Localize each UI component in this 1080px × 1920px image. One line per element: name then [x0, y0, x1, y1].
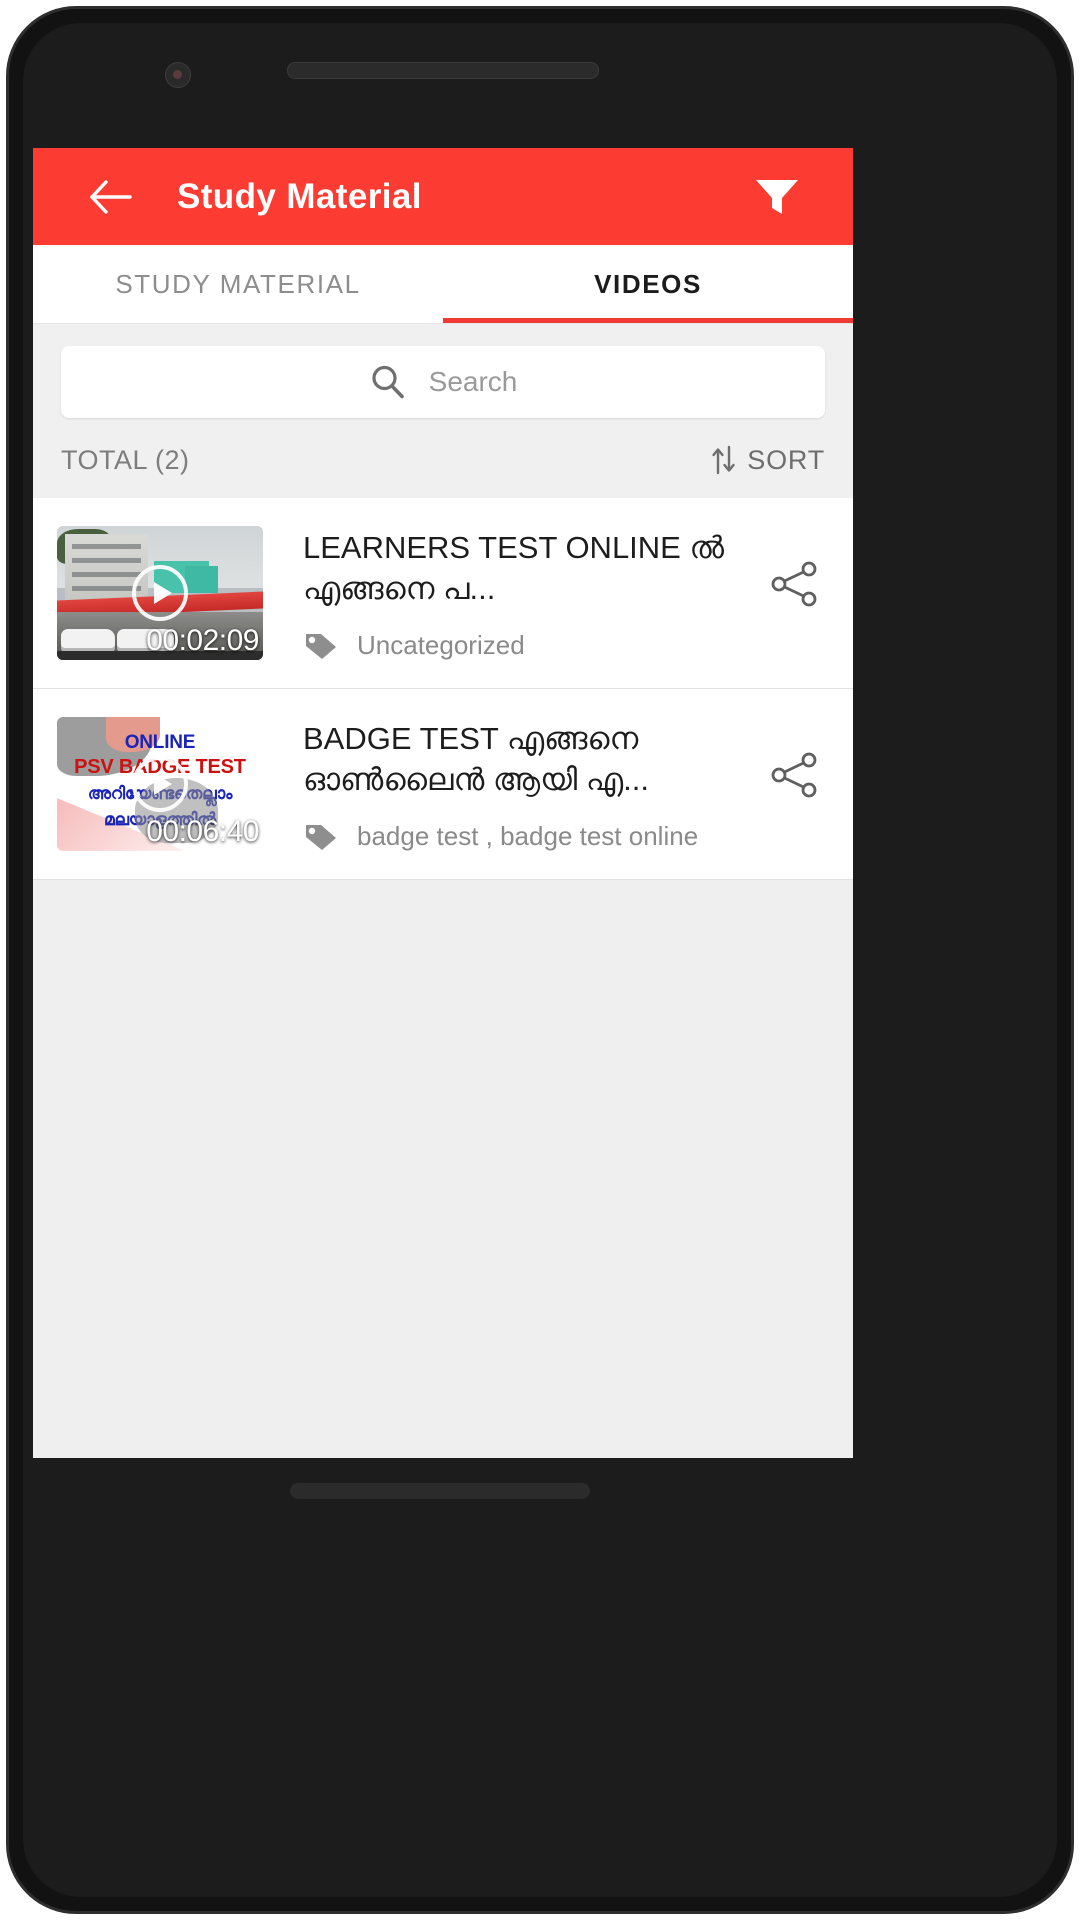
share-icon: [771, 561, 817, 607]
video-tags: badge test , badge test online: [357, 821, 699, 852]
filter-button[interactable]: [747, 167, 807, 227]
search-section: Search: [33, 324, 853, 436]
sort-button[interactable]: SORT: [711, 445, 825, 476]
tag-icon: [303, 821, 339, 853]
video-tags: Uncategorized: [357, 630, 525, 661]
earpiece-speaker: [287, 62, 599, 79]
empty-list-area: [33, 879, 853, 1440]
tab-bar: STUDY MATERIAL VIDEOS: [33, 245, 853, 324]
video-duration: 00:06:40: [146, 814, 259, 848]
tab-videos-label: VIDEOS: [594, 268, 702, 299]
share-icon: [771, 752, 817, 798]
phone-frame: Study Material STUDY MATERIAL VIDEOS Sea…: [0, 0, 1080, 1920]
tag-icon: [303, 630, 339, 662]
video-thumbnail[interactable]: ONLINE PSV BADGE TEST അറിയേണ്ടതെല്ലാം മല…: [57, 716, 263, 851]
filter-icon: [756, 179, 798, 214]
video-duration: 00:02:09: [146, 624, 259, 657]
app-screen: Study Material STUDY MATERIAL VIDEOS Sea…: [33, 148, 853, 1458]
search-icon: [369, 363, 407, 401]
play-triangle: [153, 582, 172, 604]
app-bar: Study Material: [33, 148, 853, 245]
list-item[interactable]: ONLINE PSV BADGE TEST അറിയേണ്ടതെല്ലാം മല…: [33, 688, 853, 880]
play-icon[interactable]: [132, 565, 188, 621]
search-input[interactable]: Search: [61, 346, 825, 418]
home-button-bar[interactable]: [290, 1483, 590, 1499]
share-button[interactable]: [765, 745, 825, 805]
front-camera-icon: [165, 62, 191, 88]
thumbnail-glass-panel-2: [184, 566, 218, 593]
video-thumbnail[interactable]: 00:02:09: [57, 526, 263, 660]
tab-videos[interactable]: VIDEOS: [443, 245, 853, 323]
video-title: BADGE TEST എങ്ങനെ ഓൺലൈൻ ആയി എ...: [303, 720, 649, 797]
play-icon[interactable]: [132, 755, 188, 812]
play-triangle: [153, 772, 172, 795]
page-title: Study Material: [177, 176, 422, 216]
video-title: LEARNERS TEST ONLINE ൽ എങ്ങനെ പ...: [303, 530, 725, 606]
tab-study-material[interactable]: STUDY MATERIAL: [33, 245, 443, 323]
summary-row: TOTAL (2) SORT: [33, 436, 853, 498]
tag-row: badge test , badge test online: [303, 821, 765, 853]
tag-row: Uncategorized: [303, 630, 765, 662]
video-list: 00:02:09 LEARNERS TEST ONLINE ൽ എങ്ങനെ പ…: [33, 498, 853, 1440]
back-button[interactable]: [83, 169, 139, 225]
list-item-body: LEARNERS TEST ONLINE ൽ എങ്ങനെ പ... Uncat…: [263, 526, 765, 662]
back-arrow-icon: [90, 179, 132, 214]
total-count-label: TOTAL (2): [61, 444, 190, 475]
list-item[interactable]: 00:02:09 LEARNERS TEST ONLINE ൽ എങ്ങനെ പ…: [33, 498, 853, 689]
thumbnail-car: [61, 629, 115, 652]
sort-arrows-icon: [712, 445, 735, 475]
share-button[interactable]: [765, 554, 825, 614]
tab-study-material-label: STUDY MATERIAL: [115, 268, 361, 299]
sort-label: SORT: [747, 444, 825, 475]
search-placeholder-text: Search: [428, 366, 518, 397]
list-item-body: BADGE TEST എങ്ങനെ ഓൺലൈൻ ആയി എ... badge t…: [263, 717, 765, 853]
thumbnail-text-line-1: ONLINE: [124, 731, 196, 753]
